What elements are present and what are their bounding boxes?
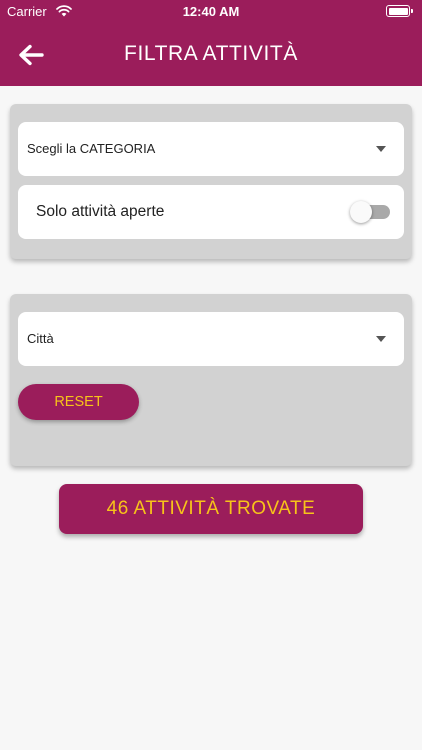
caret-down-icon xyxy=(376,146,386,152)
page-title: FILTRA ATTIVITÀ xyxy=(124,42,298,65)
status-bar: Carrier 12:40 AM xyxy=(0,0,422,24)
filter-screen: Carrier 12:40 AM FILTRA ATTIVITÀ Scegli … xyxy=(0,0,422,750)
nav-bar: FILTRA ATTIVITÀ xyxy=(0,24,422,86)
filter-card: Scegli la CATEGORIA Solo attività aperte xyxy=(10,104,412,259)
category-select[interactable]: Scegli la CATEGORIA xyxy=(18,122,404,176)
category-select-value: Scegli la CATEGORIA xyxy=(27,141,156,156)
open-only-label: Solo attività aperte xyxy=(36,203,165,220)
open-only-toggle[interactable] xyxy=(350,201,390,223)
app-header: Carrier 12:40 AM FILTRA ATTIVITÀ xyxy=(0,0,422,86)
caret-down-icon xyxy=(376,336,386,342)
reset-button[interactable]: RESET xyxy=(18,384,139,420)
city-select[interactable]: Città xyxy=(18,312,404,366)
open-only-row: Solo attività aperte xyxy=(18,185,404,239)
clock: 12:40 AM xyxy=(182,4,240,19)
city-select-value: Città xyxy=(27,331,54,346)
results-button[interactable]: 46 ATTIVITÀ TROVATE xyxy=(59,484,363,534)
battery-icon xyxy=(386,5,413,17)
location-card: Città RESET xyxy=(10,294,412,466)
